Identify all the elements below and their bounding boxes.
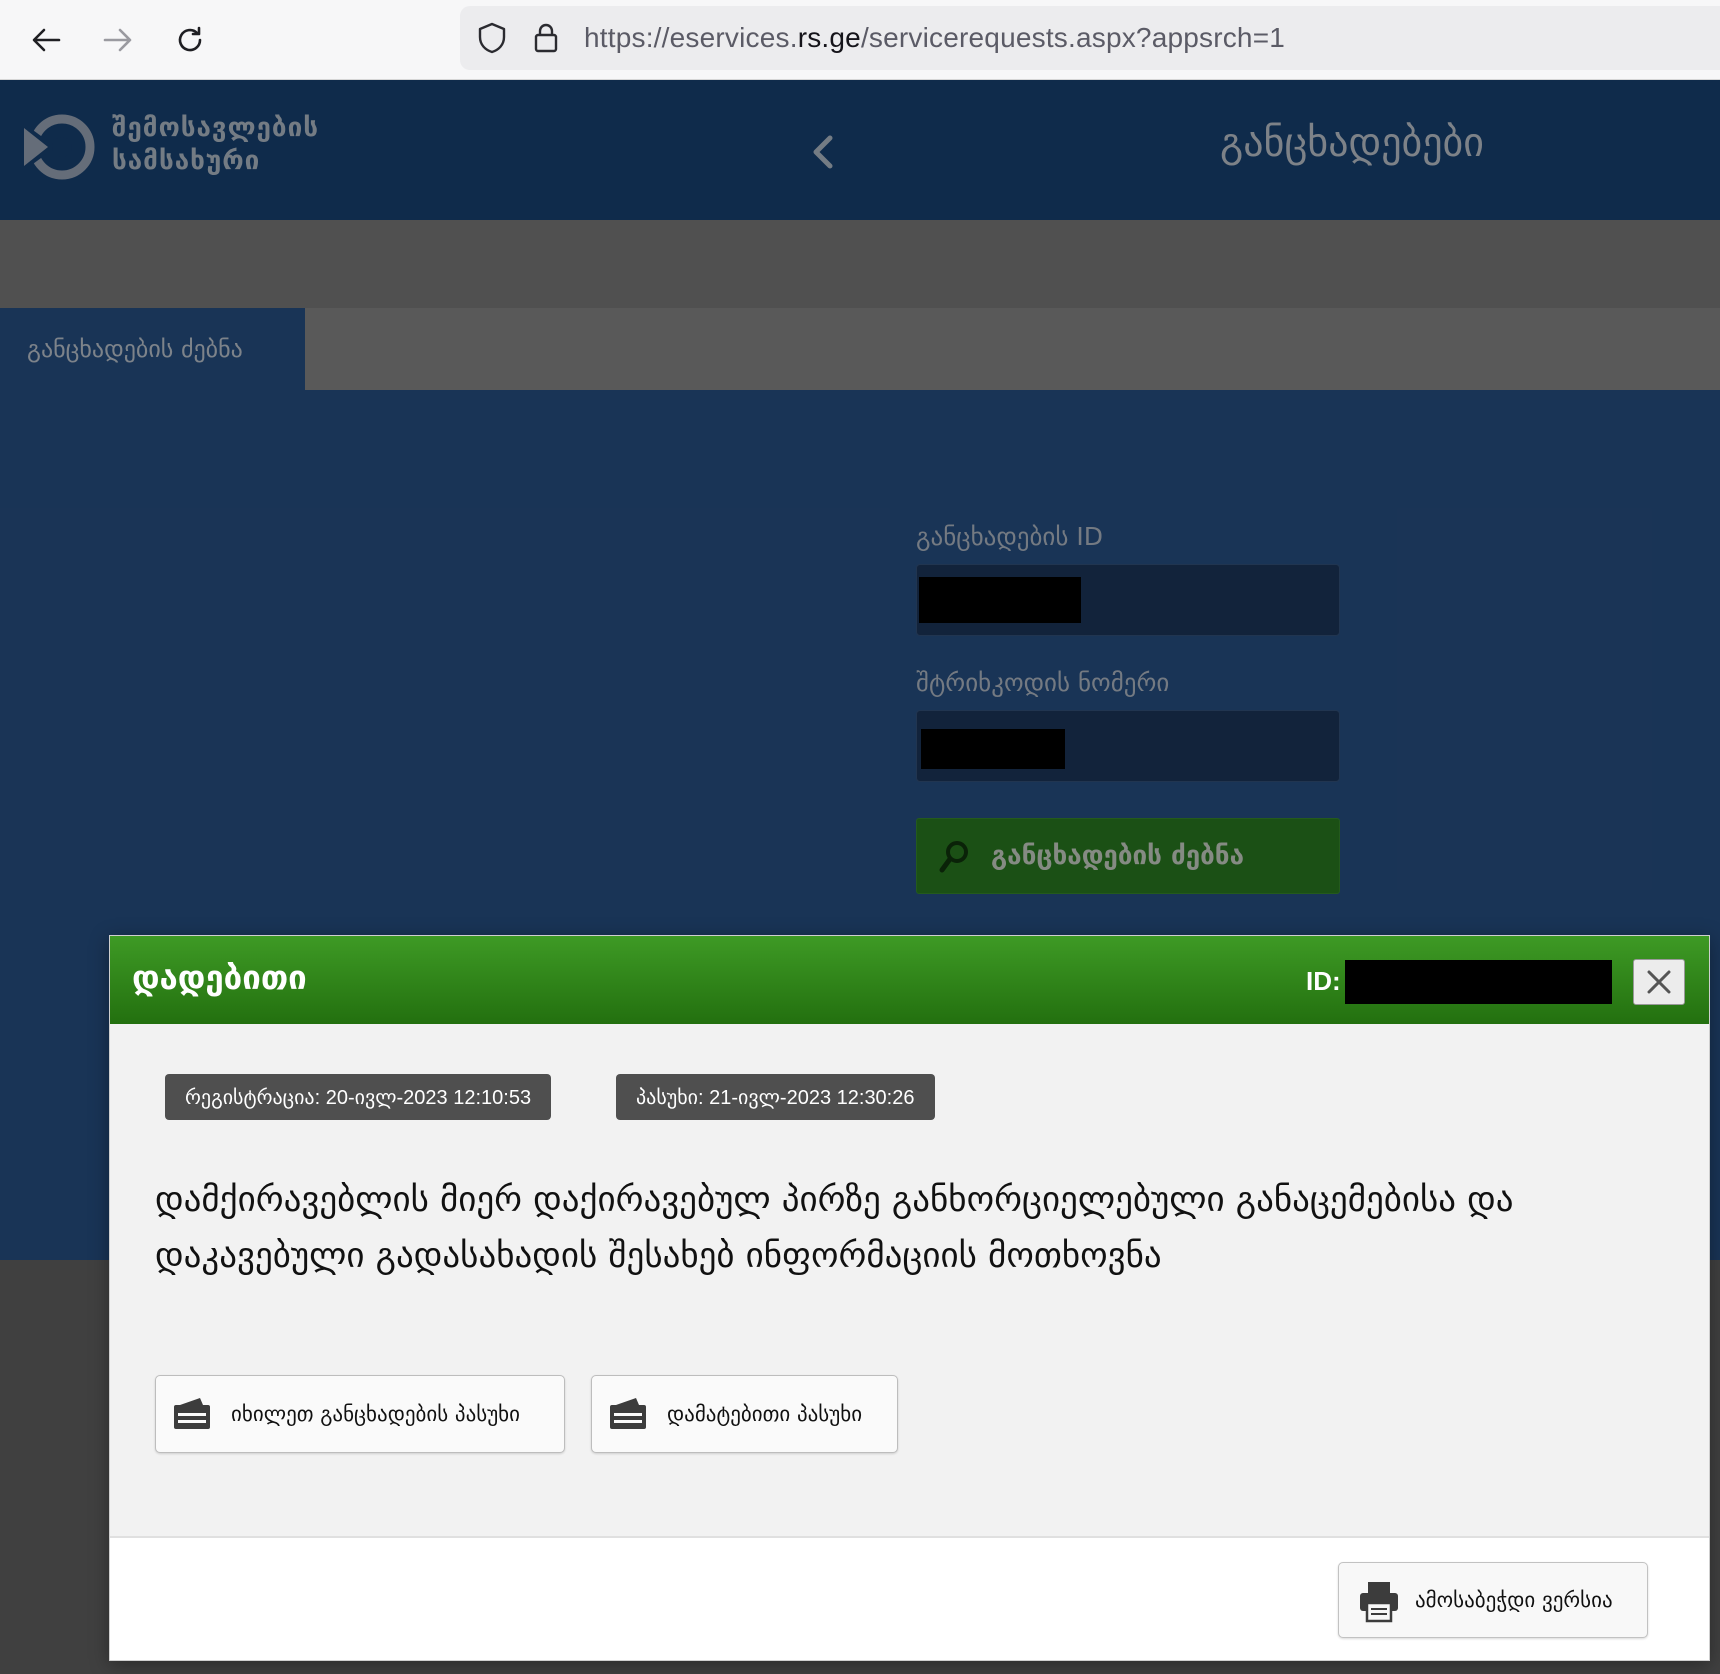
id-label: ID: xyxy=(1306,966,1341,996)
close-button[interactable] xyxy=(1633,959,1685,1005)
registration-date-badge: რეგისტრაცია: 20-ივლ-2023 12:10:53 xyxy=(165,1074,552,1120)
shield-icon[interactable] xyxy=(474,20,510,56)
forward-arrow-icon[interactable] xyxy=(96,18,140,62)
view-response-label: იხილეთ განცხადების პასუხი xyxy=(231,1402,521,1426)
redacted-id xyxy=(1345,960,1612,1004)
modal-footer: ამოსაბეჭდი ვერსია xyxy=(110,1538,1709,1660)
url-text[interactable]: https://eservices.rs.ge/servicerequests.… xyxy=(584,22,1285,54)
reload-icon[interactable] xyxy=(168,18,212,62)
printer-icon xyxy=(1360,1582,1398,1623)
back-arrow-icon[interactable] xyxy=(24,18,68,62)
wallet-icon xyxy=(610,1398,646,1429)
additional-response-label: დამატებითი პასუხი xyxy=(667,1402,863,1426)
print-version-label: ამოსაბეჭდი ვერსია xyxy=(1415,1588,1613,1612)
additional-response-button[interactable]: დამატებითი პასუხი xyxy=(591,1375,898,1453)
browser-toolbar: https://eservices.rs.ge/servicerequests.… xyxy=(0,0,1720,80)
wallet-icon xyxy=(174,1398,210,1429)
modal-header: დადებითი ID: xyxy=(110,936,1709,1024)
close-icon xyxy=(1647,970,1671,994)
view-response-button[interactable]: იხილეთ განცხადების პასუხი xyxy=(155,1375,565,1453)
lock-icon[interactable] xyxy=(528,20,564,56)
status-title: დადებითი xyxy=(132,958,307,997)
address-bar[interactable]: https://eservices.rs.ge/servicerequests.… xyxy=(460,6,1720,70)
print-version-button[interactable]: ამოსაბეჭდი ვერსია xyxy=(1338,1562,1648,1638)
application-result-modal: დადებითი ID: რეგისტრაცია: 20-ივლ-2023 12… xyxy=(109,935,1710,1661)
response-date-badge: პასუხი: 21-ივლ-2023 12:30:26 xyxy=(616,1074,935,1120)
application-description: დამქირავებლის მიერ დაქირავებულ პირზე გან… xyxy=(155,1180,1514,1276)
